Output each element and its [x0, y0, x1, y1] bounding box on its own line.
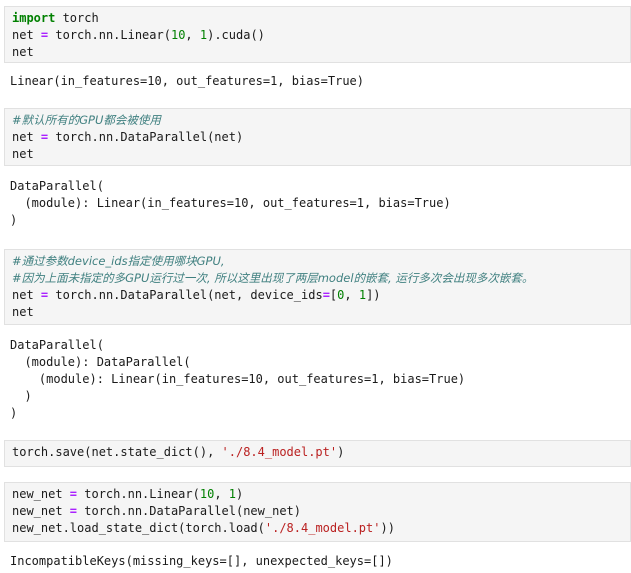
- code-cell-5-input[interactable]: new_net = torch.nn.Linear(10, 1) new_net …: [4, 482, 631, 542]
- code-cell-3-output: DataParallel( (module): DataParallel( (m…: [10, 337, 630, 422]
- code-token: new_net: [12, 487, 70, 501]
- code-line: new_net.load_state_dict(torch.load('./8.…: [12, 520, 630, 537]
- code-token: #通过参数device_ids指定使用哪块GPU,: [12, 254, 225, 268]
- code-token: ,: [344, 288, 359, 302]
- code-token: torch.nn.DataParallel(net, device_ids: [48, 288, 323, 302]
- code-token: torch.nn.DataParallel(net): [48, 130, 244, 144]
- code-line: #默认所有的GPU都会被使用: [12, 112, 630, 129]
- code-cell-2-input[interactable]: #默认所有的GPU都会被使用 net = torch.nn.DataParalle…: [4, 108, 631, 166]
- code-token: torch.nn.Linear(: [77, 487, 200, 501]
- code-token: net: [12, 130, 41, 144]
- code-line: #因为上面未指定的多GPU运行过一次, 所以这里出现了两层model的嵌套, 运…: [12, 270, 630, 287]
- code-token: =: [69, 504, 78, 518]
- code-token: torch.save(net.state_dict(),: [12, 445, 222, 459]
- code-token: 10: [199, 487, 215, 501]
- code-line: #通过参数device_ids指定使用哪块GPU,: [12, 253, 630, 270]
- code-token: import: [12, 11, 56, 25]
- code-token: )): [380, 521, 395, 535]
- code-cell-2-output: DataParallel( (module): Linear(in_featur…: [10, 178, 630, 229]
- code-token: 1: [228, 487, 236, 501]
- code-cell-1-output: Linear(in_features=10, out_features=1, b…: [10, 73, 630, 90]
- code-line: new_net = torch.nn.DataParallel(new_net): [12, 503, 630, 520]
- code-token: net: [12, 45, 34, 59]
- code-token: torch.nn.DataParallel(new_net): [77, 504, 301, 518]
- output-line: (module): DataParallel(: [10, 355, 191, 369]
- code-token: 10: [170, 28, 186, 42]
- code-line: new_net = torch.nn.Linear(10, 1): [12, 486, 630, 503]
- code-line: net: [12, 44, 630, 61]
- code-token: =: [69, 487, 78, 501]
- code-token: 1: [358, 288, 367, 302]
- output-line: DataParallel(: [10, 338, 104, 352]
- code-token: './8.4_model.pt': [221, 445, 338, 459]
- code-line: net: [12, 304, 630, 321]
- output-line: (module): Linear(in_features=10, out_fea…: [10, 372, 466, 386]
- code-token: torch.nn.Linear(: [48, 28, 171, 42]
- code-line: torch.save(net.state_dict(), './8.4_mode…: [12, 444, 630, 461]
- code-token: net: [12, 305, 34, 319]
- code-cell-4-input[interactable]: torch.save(net.state_dict(), './8.4_mode…: [4, 440, 631, 467]
- code-line: import torch: [12, 10, 630, 27]
- code-cell-5-output: IncompatibleKeys(missing_keys=[], unexpe…: [10, 553, 630, 570]
- code-token: ).cuda(): [207, 28, 265, 42]
- code-token: ): [236, 487, 244, 501]
- code-token: './8.4_model.pt': [264, 521, 381, 535]
- output-line: ): [10, 213, 18, 227]
- output-line: IncompatibleKeys(missing_keys=[], unexpe…: [10, 554, 393, 568]
- output-line: ): [10, 406, 18, 420]
- code-line: net = torch.nn.DataParallel(net, device_…: [12, 287, 630, 304]
- code-line: net = torch.nn.DataParallel(net): [12, 129, 630, 146]
- code-cell-3-input[interactable]: #通过参数device_ids指定使用哪块GPU, #因为上面未指定的多GPU运行…: [4, 249, 631, 325]
- code-token: torch: [55, 11, 99, 25]
- code-token: ]): [366, 288, 381, 302]
- output-line: ): [10, 389, 32, 403]
- code-token: ,: [214, 487, 229, 501]
- code-token: #默认所有的GPU都会被使用: [12, 113, 161, 127]
- code-token: new_net: [12, 504, 70, 518]
- output-line: Linear(in_features=10, out_features=1, b…: [10, 74, 365, 88]
- code-line: net = torch.nn.Linear(10, 1).cuda(): [12, 27, 630, 44]
- code-token: =: [322, 288, 330, 302]
- output-line: (module): Linear(in_features=10, out_fea…: [10, 196, 451, 210]
- output-line: DataParallel(: [10, 179, 104, 193]
- code-token: ): [337, 445, 345, 459]
- code-token: new_net.load_state_dict(torch.load(: [12, 521, 265, 535]
- code-cell-1-input[interactable]: import torch net = torch.nn.Linear(10, 1)…: [4, 6, 631, 63]
- code-token: #因为上面未指定的多GPU运行过一次, 所以这里出现了两层model的嵌套, 运…: [12, 271, 534, 285]
- code-line: net: [12, 146, 630, 163]
- code-token: net: [12, 28, 41, 42]
- code-token: ,: [185, 28, 200, 42]
- code-token: net: [12, 147, 34, 161]
- code-token: net: [12, 288, 41, 302]
